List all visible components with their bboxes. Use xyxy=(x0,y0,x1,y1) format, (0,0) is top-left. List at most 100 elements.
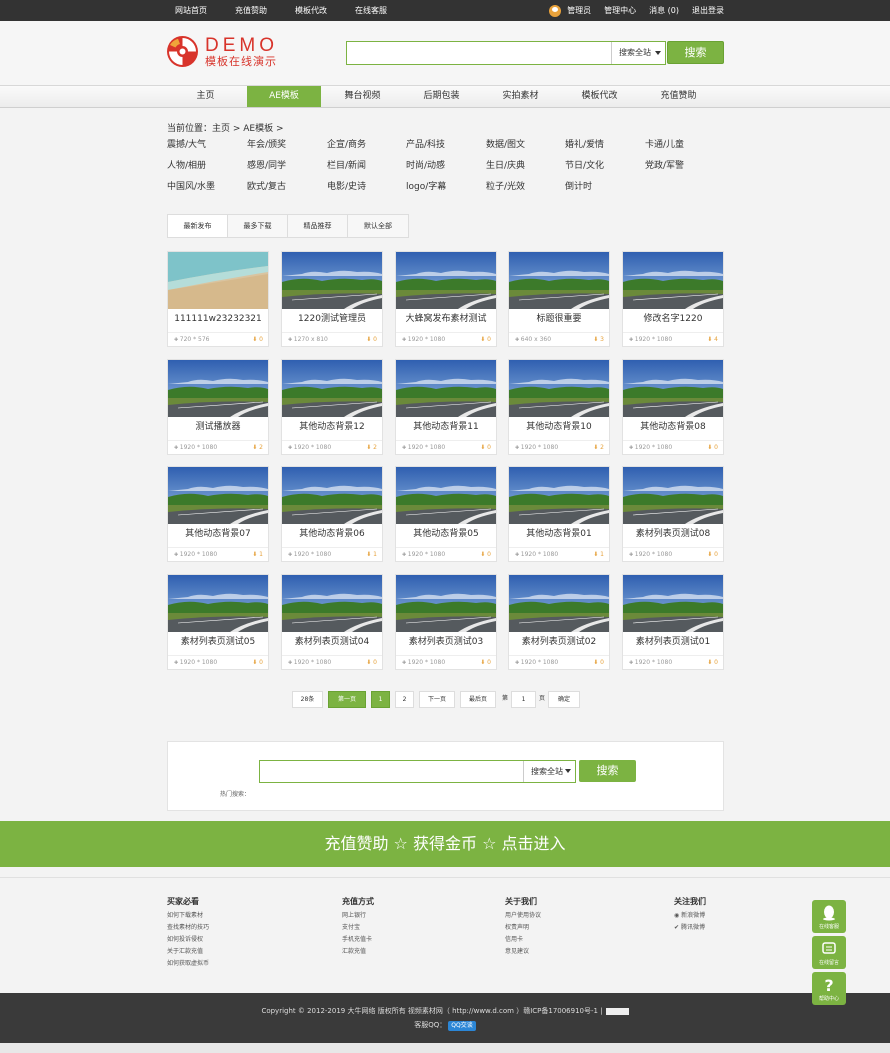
template-title[interactable]: 素材列表页测试02 xyxy=(509,635,609,649)
top-link-admin[interactable]: 管理员 xyxy=(567,5,591,16)
pager-page-2[interactable]: 2 xyxy=(395,691,414,708)
template-card[interactable]: 其他动态背景05 1920 * 1080 ⬇ 0 xyxy=(395,466,497,562)
template-title[interactable]: 大蜂窝发布素材测试 xyxy=(396,312,496,326)
nav-item-custom[interactable]: 模板代改 xyxy=(560,86,639,107)
tab-featured[interactable]: 精品推荐 xyxy=(288,215,348,237)
template-title[interactable]: 素材列表页测试04 xyxy=(282,635,382,649)
top-link-service[interactable]: 在线客服 xyxy=(355,0,415,21)
top-link-home[interactable]: 网站首页 xyxy=(175,0,235,21)
template-thumbnail[interactable] xyxy=(509,360,609,417)
template-card[interactable]: 其他动态背景07 1920 * 1080 ⬇ 1 xyxy=(167,466,269,562)
template-card[interactable]: 修改名字1220 1920 * 1080 ⬇ 4 xyxy=(622,251,724,347)
nav-item-ae-template[interactable]: AE模板 xyxy=(247,86,321,107)
bottom-search-scope-select[interactable]: 搜索全站 xyxy=(523,761,575,782)
template-thumbnail[interactable] xyxy=(623,467,723,524)
template-title[interactable]: 素材列表页测试01 xyxy=(623,635,723,649)
pager-confirm-button[interactable]: 确定 xyxy=(548,691,580,708)
template-thumbnail[interactable] xyxy=(509,575,609,632)
footer-link[interactable]: 用户使用协议 xyxy=(505,910,541,922)
category-link[interactable]: 党政/军警 xyxy=(645,160,684,172)
float-help-center[interactable]: ? 帮助中心 xyxy=(812,972,846,1005)
template-title[interactable]: 其他动态背景11 xyxy=(396,420,496,434)
category-link[interactable]: 时尚/动感 xyxy=(406,160,445,172)
template-card[interactable]: 标题很重要 640 x 360 ⬇ 3 xyxy=(508,251,610,347)
top-link-messages[interactable]: 消息 (0) xyxy=(649,5,679,16)
template-card[interactable]: 其他动态背景01 1920 * 1080 ⬇ 1 xyxy=(508,466,610,562)
nav-item-recharge[interactable]: 充值赞助 xyxy=(639,86,718,107)
template-title[interactable]: 修改名字1220 xyxy=(623,312,723,326)
qq-chat-button[interactable]: QQ交谈 xyxy=(448,1021,476,1031)
pager-last[interactable]: 最后页 xyxy=(460,691,496,708)
template-card[interactable]: 其他动态背景10 1920 * 1080 ⬇ 2 xyxy=(508,359,610,455)
template-title[interactable]: 素材列表页测试05 xyxy=(168,635,268,649)
category-link[interactable]: 节日/文化 xyxy=(565,160,604,172)
template-thumbnail[interactable] xyxy=(396,467,496,524)
template-thumbnail[interactable] xyxy=(282,252,382,309)
footer-link[interactable]: 权责声明 xyxy=(505,922,541,934)
template-thumbnail[interactable] xyxy=(396,360,496,417)
template-thumbnail[interactable] xyxy=(282,575,382,632)
top-link-admin-center[interactable]: 管理中心 xyxy=(604,5,636,16)
template-thumbnail[interactable] xyxy=(168,252,268,309)
bottom-search-button[interactable]: 搜索 xyxy=(579,760,636,782)
category-link[interactable]: 卡通/儿童 xyxy=(645,139,684,151)
template-title[interactable]: 其他动态背景08 xyxy=(623,420,723,434)
pager-page-1[interactable]: 1 xyxy=(371,691,390,708)
category-link[interactable]: 生日/庆典 xyxy=(486,160,525,172)
footer-link[interactable]: 查找素材的技巧 xyxy=(167,922,209,934)
bottom-search-input[interactable]: 搜索全站 xyxy=(259,760,576,783)
nav-item-live-footage[interactable]: 实拍素材 xyxy=(481,86,560,107)
tab-default-all[interactable]: 默认全部 xyxy=(348,215,408,237)
template-title[interactable]: 其他动态背景10 xyxy=(509,420,609,434)
nav-item-post-packaging[interactable]: 后期包装 xyxy=(402,86,481,107)
category-link[interactable]: 感恩/同学 xyxy=(247,160,286,172)
template-title[interactable]: 素材列表页测试08 xyxy=(623,527,723,541)
search-scope-select[interactable]: 搜索全站 xyxy=(611,42,665,64)
template-title[interactable]: 其他动态背景01 xyxy=(509,527,609,541)
site-logo[interactable]: DEMO 模板在线演示 xyxy=(166,35,286,71)
template-thumbnail[interactable] xyxy=(623,575,723,632)
template-card[interactable]: 其他动态背景06 1920 * 1080 ⬇ 1 xyxy=(281,466,383,562)
tab-latest[interactable]: 最新发布 xyxy=(168,215,228,237)
category-link[interactable]: 粒子/光效 xyxy=(486,181,525,193)
template-thumbnail[interactable] xyxy=(168,575,268,632)
template-card[interactable]: 111111w23232321 720 * 576 ⬇ 0 xyxy=(167,251,269,347)
template-thumbnail[interactable] xyxy=(623,360,723,417)
footer-link[interactable]: 信用卡 xyxy=(505,934,541,946)
template-title[interactable]: 其他动态背景06 xyxy=(282,527,382,541)
template-title[interactable]: 标题很重要 xyxy=(509,312,609,326)
footer-link[interactable]: 支付宝 xyxy=(342,922,374,934)
float-online-service[interactable]: 在线客服 xyxy=(812,900,846,933)
footer-link[interactable]: 汇款充值 xyxy=(342,946,374,958)
template-title[interactable]: 其他动态背景12 xyxy=(282,420,382,434)
footer-link-weibo[interactable]: ◉ 新浪微博 xyxy=(674,910,706,922)
nav-item-home[interactable]: 主页 xyxy=(166,86,245,107)
template-card[interactable]: 素材列表页测试04 1920 * 1080 ⬇ 0 xyxy=(281,574,383,670)
template-thumbnail[interactable] xyxy=(509,467,609,524)
footer-link-tencent-weibo[interactable]: ✔ 腾讯微博 xyxy=(674,922,706,934)
template-card[interactable]: 其他动态背景12 1920 * 1080 ⬇ 2 xyxy=(281,359,383,455)
template-card[interactable]: 其他动态背景08 1920 * 1080 ⬇ 0 xyxy=(622,359,724,455)
template-title[interactable]: 1220测试管理员 xyxy=(282,312,382,326)
top-link-recharge[interactable]: 充值赞助 xyxy=(235,0,295,21)
category-link[interactable]: 数据/图文 xyxy=(486,139,525,151)
footer-link[interactable]: 如何获取虚拟币 xyxy=(167,958,209,970)
template-title[interactable]: 其他动态背景05 xyxy=(396,527,496,541)
search-input[interactable]: 搜索全站 xyxy=(346,41,666,65)
template-card[interactable]: 素材列表页测试02 1920 * 1080 ⬇ 0 xyxy=(508,574,610,670)
category-link[interactable]: 欧式/复古 xyxy=(247,181,286,193)
footer-link[interactable]: 意见建议 xyxy=(505,946,541,958)
template-card[interactable]: 素材列表页测试01 1920 * 1080 ⬇ 0 xyxy=(622,574,724,670)
footer-link[interactable]: 手机充值卡 xyxy=(342,934,374,946)
category-link[interactable]: 震撼/大气 xyxy=(167,139,206,151)
top-link-custom[interactable]: 模板代改 xyxy=(295,0,355,21)
template-thumbnail[interactable] xyxy=(168,360,268,417)
footer-link[interactable]: 关于汇款充值 xyxy=(167,946,209,958)
template-card[interactable]: 1220测试管理员 1270 x 810 ⬇ 0 xyxy=(281,251,383,347)
category-link[interactable]: 人物/相册 xyxy=(167,160,206,172)
pager-goto-input[interactable]: 1 xyxy=(511,691,536,708)
template-card[interactable]: 其他动态背景11 1920 * 1080 ⬇ 0 xyxy=(395,359,497,455)
template-thumbnail[interactable] xyxy=(509,252,609,309)
template-thumbnail[interactable] xyxy=(282,467,382,524)
float-leave-message[interactable]: 在线留言 xyxy=(812,936,846,969)
